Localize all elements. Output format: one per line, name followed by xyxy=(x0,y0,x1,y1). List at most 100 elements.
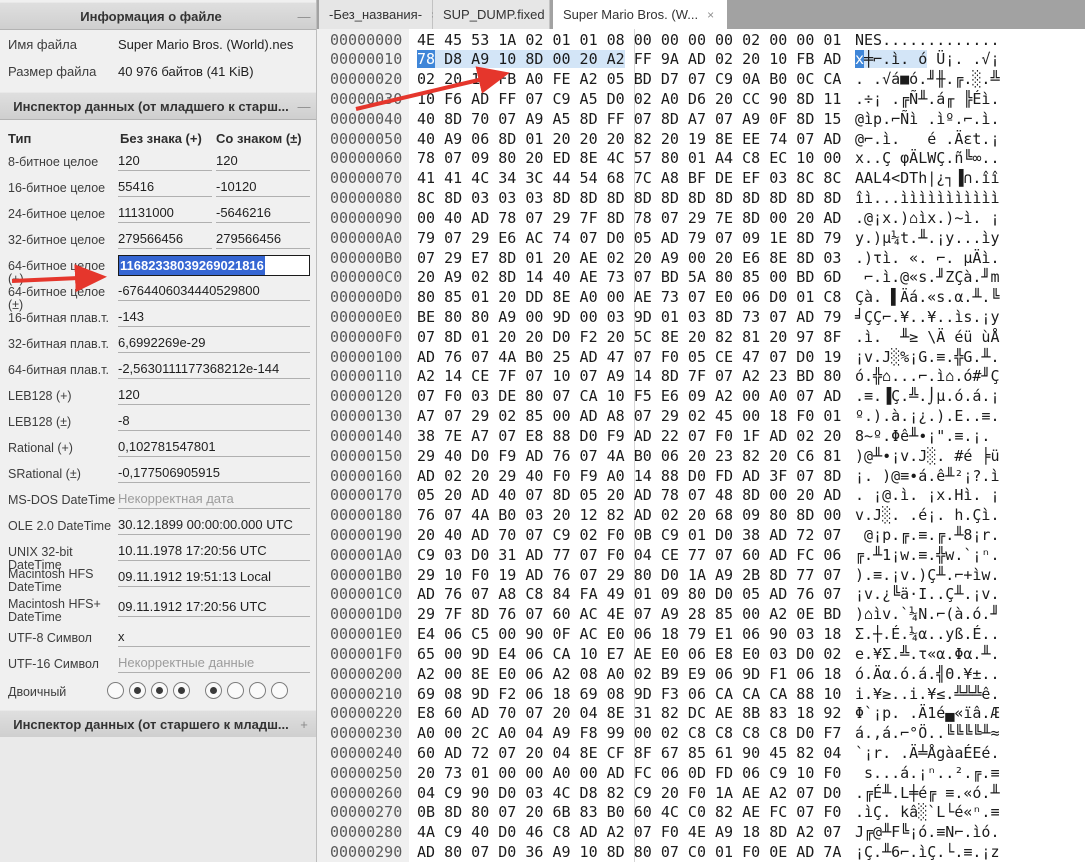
value-field[interactable]: x xyxy=(118,629,310,647)
hex-row-ascii[interactable]: J╔@╨F╚¡ó.≡N⌐.ìó. xyxy=(855,822,1000,842)
value-field[interactable]: 6,6992269e-29 xyxy=(118,335,310,353)
highlighted-bytes[interactable]: D8 A9 10 8D 00 20 A2 xyxy=(435,50,625,69)
hex-row-bytes[interactable]: 60 AD 72 07 20 04 8E CF 8F 67 85 61 90 4… xyxy=(417,743,841,763)
hex-row-ascii[interactable]: )@╨∙¡v.J░. #é ╞ü xyxy=(855,446,1000,466)
hex-row-bytes[interactable]: BE 80 80 A9 00 9D 00 03 9D 01 03 8D 73 0… xyxy=(417,307,841,327)
hex-row-ascii[interactable]: ¡Ç.╨6⌐.ìÇ.└.≡.¡z xyxy=(855,842,1000,862)
hex-row-ascii[interactable]: ⌐.ì.@«s.╜ZÇà.╜m xyxy=(855,267,999,287)
hex-row-bytes[interactable]: 41 41 4C 34 3C 44 54 68 7C A8 BF DE EF 0… xyxy=(417,168,841,188)
hex-row-ascii[interactable]: .÷¡ .╔Ñ╨.á╓ ╠Éì. xyxy=(855,89,1000,109)
hex-row-bytes[interactable]: AD 02 20 29 40 F0 F9 A0 14 88 D0 FD AD 3… xyxy=(417,466,841,486)
hex-row-bytes[interactable]: 4E 45 53 1A 02 01 01 08 00 00 00 00 02 0… xyxy=(417,30,841,50)
hex-row-ascii[interactable]: s...á.¡ⁿ..².╔.≡ xyxy=(855,763,999,783)
selected-ascii-char[interactable]: x xyxy=(855,50,865,69)
bit-radio[interactable] xyxy=(249,682,266,700)
signed-value-field[interactable]: -10120 xyxy=(216,179,310,197)
hex-row-ascii[interactable]: @⌐.ì. é .Äεt.¡ xyxy=(855,129,1000,149)
hex-row-ascii[interactable]: Σ.┼.É.¼α..yß.É.. xyxy=(855,624,1000,644)
hex-row-ascii[interactable]: x..Ç φÄLWÇ.ñ╚∞.. xyxy=(855,148,1000,168)
hex-row-bytes[interactable]: 69 08 9D F2 06 18 69 08 9D F3 06 CA CA C… xyxy=(417,684,841,704)
bit-radio[interactable] xyxy=(173,682,190,700)
tab[interactable]: SUP_DUMP.fixed× xyxy=(433,0,561,29)
value-field[interactable]: Некорректные данные xyxy=(118,655,310,673)
hex-row-bytes[interactable]: 00 40 AD 78 07 29 7F 8D 78 07 29 7E 8D 0… xyxy=(417,208,841,228)
hex-row-bytes[interactable]: 78 07 09 80 20 ED 8E 4C 57 80 01 A4 C8 E… xyxy=(417,148,841,168)
hex-row-bytes[interactable]: 20 40 AD 70 07 C9 02 F0 0B C9 01 D0 38 A… xyxy=(417,525,841,545)
hex-row-ascii[interactable]: .)τì. «. ⌐. µÄì. xyxy=(855,248,1000,268)
tab[interactable]: Super Mario Bros. (W... × xyxy=(553,0,727,29)
hex-row-ascii[interactable]: .╔É╨.L╪é╔ ≡.«ó.╨ xyxy=(855,783,1000,803)
hex-row-ascii[interactable]: Φ`¡p. .Ä1é▄«ïâ.Æ xyxy=(855,703,1000,723)
data-inspector-le-header[interactable]: Инспектор данных (от младшего к старш...… xyxy=(0,92,316,120)
hex-row-ascii[interactable]: ó.╬⌂...⌐.ì⌂.ó#╜Ç xyxy=(855,366,1000,386)
bit-radio[interactable] xyxy=(151,682,168,700)
value-field[interactable]: 120 xyxy=(118,387,310,405)
hex-row-bytes[interactable]: 0B 8D 80 07 20 6B 83 B0 60 4C C0 82 AE F… xyxy=(417,802,841,822)
expand-icon[interactable]: + xyxy=(292,717,316,732)
value-field[interactable]: 10.11.1978 17:20:56 UTC xyxy=(118,543,310,561)
hex-row-bytes[interactable]: 07 29 E7 8D 01 20 AE 02 20 A9 00 20 E6 8… xyxy=(417,248,841,268)
hex-row-ascii[interactable]: º.).à.¡¿.).E..≡. xyxy=(855,406,1000,426)
hex-row-bytes[interactable]: C9 03 D0 31 AD 77 07 F0 04 CE 77 07 60 A… xyxy=(417,545,841,565)
hex-row-bytes[interactable]: 20 73 01 00 00 A0 00 AD FC 06 0D FD 06 C… xyxy=(417,763,841,783)
hex-row-bytes[interactable]: AD 80 07 D0 36 A9 10 8D 80 07 C0 01 F0 0… xyxy=(417,842,841,862)
value-field[interactable]: -8 xyxy=(118,413,310,431)
hex-row-ascii[interactable]: v.J░. .é¡. h.Çì. xyxy=(855,505,1000,525)
signed-value-field[interactable]: 120 xyxy=(216,153,310,171)
hex-row-ascii[interactable]: NES............. xyxy=(855,30,1000,50)
value-field[interactable]: -2,5630111177368212e-144 xyxy=(118,361,310,379)
value-field[interactable]: -0,177506905915 xyxy=(118,465,310,483)
collapse-icon[interactable]: — xyxy=(292,99,316,114)
hex-row-bytes[interactable]: 20 A9 02 8D 14 40 AE 73 07 BD 5A 80 85 0… xyxy=(417,267,841,287)
hex-row-bytes[interactable]: E4 06 C5 00 90 0F AC E0 06 18 79 E1 06 9… xyxy=(417,624,841,644)
value-field-editing[interactable]: 11682338039269021816 xyxy=(118,255,310,276)
hex-row-ascii[interactable]: @ìp.⌐Ñì .ìº.⌐.ì. xyxy=(855,109,1000,129)
value-field[interactable]: 09.11.1912 19:51:13 Local xyxy=(118,569,310,587)
hex-row-ascii[interactable]: . ¡@.ì. ¡x.Hì. ¡ xyxy=(855,485,1000,505)
hex-row-ascii[interactable]: ¡v.¿╚ä·I..Ç╨.¡v. xyxy=(855,584,1000,604)
hex-row-bytes[interactable]: AD 76 07 A8 C8 84 FA 49 01 09 80 D0 05 A… xyxy=(417,584,841,604)
hex-row-ascii[interactable]: i.¥≥..i.¥≤.╩╩╩ê. xyxy=(855,684,1000,704)
value-field[interactable]: -143 xyxy=(118,309,310,327)
hex-row-ascii[interactable]: á.,á.⌐°Ö..╚╚╚╚╨≈ xyxy=(855,723,1000,743)
hex-row-bytes[interactable]: 65 00 9D E4 06 CA 10 E7 AE E0 06 E8 E0 0… xyxy=(417,644,841,664)
hex-row-ascii[interactable]: ó.Äα.ó.á.╣Θ.¥±.. xyxy=(855,664,1000,684)
hex-row-ascii[interactable]: .ìÇ. kâ░`L└é«ⁿ.≡ xyxy=(855,802,1000,822)
hex-row-ascii[interactable]: AAL4<DTh|¿┐▐∩.îî xyxy=(855,168,1000,188)
hex-row-bytes[interactable]: 76 07 4A B0 03 20 12 82 AD 02 20 68 09 8… xyxy=(417,505,841,525)
hex-row-bytes[interactable]: 29 40 D0 F9 AD 76 07 4A B0 06 20 23 82 2… xyxy=(417,446,841,466)
hex-row-ascii[interactable]: .ì. ╨≥ \Ä éü ùÅ xyxy=(855,327,1000,347)
hex-row-bytes[interactable]: A2 14 CE 7F 07 10 07 A9 14 8D 7F 07 A2 2… xyxy=(417,366,841,386)
hex-row-ascii[interactable]: . .√á■ó.╜╫.╔.░.╩ xyxy=(855,69,1000,89)
hex-row-ascii[interactable]: ¡. )@≡∙á.ê╨²¡?.ì xyxy=(855,466,1000,486)
hex-row-bytes[interactable]: 4A C9 40 D0 46 C8 AD A2 07 F0 4E A9 18 8… xyxy=(417,822,841,842)
value-field[interactable]: Некорректная дата xyxy=(118,491,310,509)
hex-row-ascii[interactable]: Çà. ▌Äá.«s.α.╨.╚ xyxy=(855,287,1000,307)
hex-row-bytes[interactable]: 29 7F 8D 76 07 60 AC 4E 07 A9 28 85 00 A… xyxy=(417,604,841,624)
hex-row-ascii[interactable]: ).≡.¡v.)Ç╨.⌐+ìw. xyxy=(855,565,1000,585)
file-info-header[interactable]: Информация о файле — xyxy=(0,2,316,30)
hex-row-ascii[interactable]: îì...ììììììììììì xyxy=(855,188,1000,208)
hex-row-bytes[interactable]: 80 85 01 20 DD 8E A0 00 AE 73 07 E0 06 D… xyxy=(417,287,841,307)
bit-radio[interactable] xyxy=(107,682,124,700)
unsigned-value-field[interactable]: 11131000 xyxy=(118,205,212,223)
hex-row-bytes[interactable]: 05 20 AD 40 07 8D 05 20 AD 78 07 48 8D 0… xyxy=(417,485,841,505)
value-field[interactable]: -6764406034440529800 xyxy=(118,283,310,301)
value-field[interactable]: 09.11.1912 17:20:56 UTC xyxy=(118,599,310,617)
hex-row-ascii[interactable]: @¡p.╔.≡.╔.╨8¡r. xyxy=(855,525,999,545)
hex-row-bytes[interactable]: 10 F6 AD FF 07 C9 A5 D0 02 A0 D6 20 CC 9… xyxy=(417,89,841,109)
hex-row-ascii[interactable]: ╔.╨1¡w.≡.╬w.`¡ⁿ. xyxy=(855,545,1000,565)
hex-row-bytes[interactable]: 29 10 F0 19 AD 76 07 29 80 D0 1A A9 2B 8… xyxy=(417,565,841,585)
hex-row-bytes[interactable]: 40 8D 70 07 A9 A5 8D FF 07 8D A7 07 A9 0… xyxy=(417,109,841,129)
hex-row-ascii[interactable]: ¡v.J░%¡G.≡.╬G.╨. xyxy=(855,347,1000,367)
bit-radio[interactable] xyxy=(271,682,288,700)
value-field[interactable]: 0,102781547801 xyxy=(118,439,310,457)
selected-byte[interactable]: 78 xyxy=(417,50,436,69)
bit-radio[interactable] xyxy=(227,682,244,700)
unsigned-value-field[interactable]: 55416 xyxy=(118,179,212,197)
hex-row-ascii[interactable]: x╪⌐.ì. ó Ü¡. .√¡ xyxy=(855,49,1000,69)
hex-row-bytes[interactable]: AD 76 07 4A B0 25 AD 47 07 F0 05 CE 47 0… xyxy=(417,347,841,367)
hex-row-bytes[interactable]: A0 00 2C A0 04 A9 F8 99 00 02 C8 C8 C8 C… xyxy=(417,723,841,743)
value-field[interactable]: 30.12.1899 00:00:00.000 UTC xyxy=(118,517,310,535)
hex-row-bytes[interactable]: A7 07 29 02 85 00 AD A8 07 29 02 45 00 1… xyxy=(417,406,841,426)
